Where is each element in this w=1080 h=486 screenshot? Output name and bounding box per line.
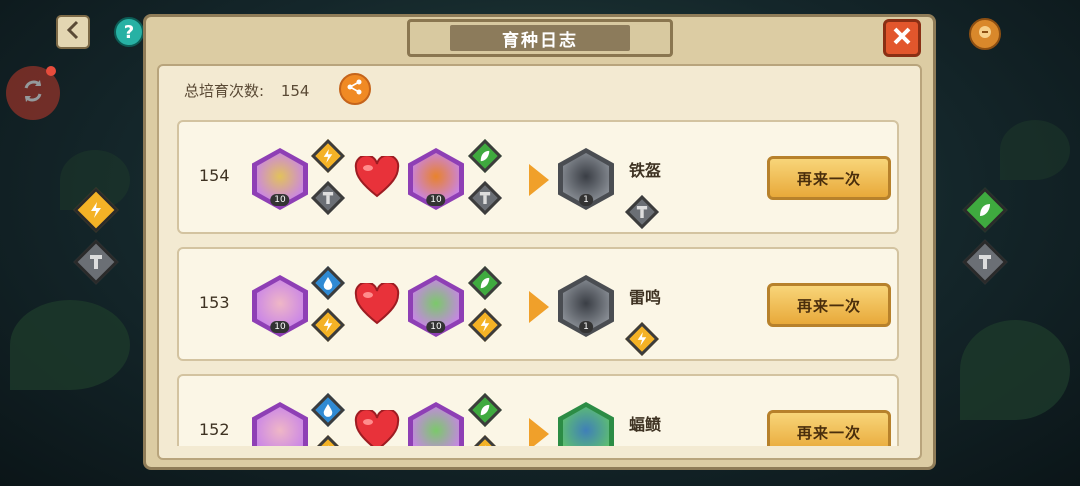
level-badge: 10 (426, 321, 446, 333)
lightning-icon (322, 445, 334, 446)
heart-icon (354, 408, 400, 446)
child-avatar[interactable]: 1 (558, 148, 614, 210)
record-list[interactable]: 15410101铁盔再来一次15310101雷鸣再来一次15210101蝠鲼再来… (170, 116, 910, 446)
level-badge: 1 (579, 321, 593, 333)
element-badge-electric (468, 435, 502, 446)
leaf-icon (479, 276, 491, 290)
element-badge-grass (468, 139, 502, 173)
element-badge-water (311, 393, 345, 427)
screw-icon (322, 191, 334, 205)
leaf-icon (479, 403, 491, 417)
share-icon (346, 78, 364, 100)
chevron-left-icon (65, 20, 81, 44)
element-badge-electric (468, 308, 502, 342)
element-badge-electric (625, 322, 659, 356)
breed-again-button[interactable]: 再来一次 (767, 156, 891, 200)
screw-icon (636, 205, 648, 219)
element-badge-water (311, 266, 345, 300)
child-name: 雷鸣 (629, 288, 662, 307)
record-number: 153 (199, 293, 230, 312)
total-breed-count: 总培育次数: 154 (184, 80, 309, 101)
parent1-avatar[interactable]: 10 (252, 402, 308, 446)
lightning-icon (89, 202, 103, 218)
coin-button[interactable] (969, 18, 1001, 50)
level-badge: 10 (270, 321, 290, 333)
lightning-icon (479, 445, 491, 446)
swap-icon (18, 76, 48, 110)
element-badge-steel (625, 195, 659, 229)
side-badge-steel[interactable] (962, 239, 1008, 285)
element-badge-steel (468, 181, 502, 215)
element-badge-grass (468, 393, 502, 427)
level-badge: 10 (270, 194, 290, 206)
child-avatar-portrait (563, 407, 609, 446)
parent2-avatar[interactable]: 10 (408, 402, 464, 446)
side-badge-steel[interactable] (73, 239, 119, 285)
element-badge-grass (468, 266, 502, 300)
heart-icon (354, 281, 400, 329)
arrow-right-icon (529, 418, 549, 446)
water-drop-icon (322, 276, 334, 290)
child-avatar[interactable]: 1 (558, 275, 614, 337)
record-row: 154 10 10 1 铁盔 再来一次 (177, 120, 899, 234)
share-button[interactable] (339, 73, 371, 105)
notification-dot (46, 66, 56, 76)
child-name: 铁盔 (629, 161, 662, 180)
screw-icon (89, 254, 103, 270)
help-button[interactable]: ? (114, 17, 144, 47)
heart-icon (354, 154, 400, 202)
record-number: 154 (199, 166, 230, 185)
breed-again-button[interactable]: 再来一次 (767, 283, 891, 327)
side-badge-grass[interactable] (962, 187, 1008, 233)
background-foliage (1000, 120, 1070, 180)
element-badge-steel (311, 181, 345, 215)
parent2-avatar[interactable]: 10 (408, 275, 464, 337)
child-avatar[interactable]: 1 (558, 402, 614, 446)
record-row: 152 10 10 1 蝠鲼 再来一次 (177, 374, 899, 446)
page-title: 育种日志 (450, 25, 630, 51)
record-number: 152 (199, 420, 230, 439)
level-badge: 10 (426, 194, 446, 206)
parent2-avatar-portrait (413, 407, 459, 446)
screw-icon (978, 254, 992, 270)
child-name: 蝠鲼 (629, 415, 662, 434)
lightning-icon (636, 332, 648, 346)
parent1-avatar[interactable]: 10 (252, 275, 308, 337)
background-foliage (10, 300, 130, 390)
title-bar: 育种日志 (407, 19, 673, 57)
lightning-icon (479, 318, 491, 332)
element-badge-electric (311, 139, 345, 173)
parent1-avatar[interactable]: 10 (252, 148, 308, 210)
leaf-icon (479, 149, 491, 163)
lightning-icon (322, 318, 334, 332)
breed-again-button[interactable]: 再来一次 (767, 410, 891, 446)
coin-icon (976, 23, 994, 45)
question-icon: ? (123, 21, 135, 43)
close-button[interactable] (883, 19, 921, 57)
record-row: 153 10 10 1 雷鸣 再来一次 (177, 247, 899, 361)
arrow-right-icon (529, 291, 549, 323)
close-icon (893, 27, 911, 49)
arrow-right-icon (529, 164, 549, 196)
total-label: 总培育次数: (184, 82, 265, 100)
back-button[interactable] (56, 15, 90, 49)
leaf-icon (978, 202, 992, 218)
lightning-icon (322, 149, 334, 163)
total-value: 154 (280, 82, 310, 100)
element-badge-electric (311, 308, 345, 342)
water-drop-icon (322, 403, 334, 417)
parent1-avatar-portrait (257, 407, 303, 446)
element-badge-electric (311, 435, 345, 446)
level-badge: 1 (579, 194, 593, 206)
screw-icon (479, 191, 491, 205)
background-foliage (960, 320, 1070, 420)
parent2-avatar[interactable]: 10 (408, 148, 464, 210)
